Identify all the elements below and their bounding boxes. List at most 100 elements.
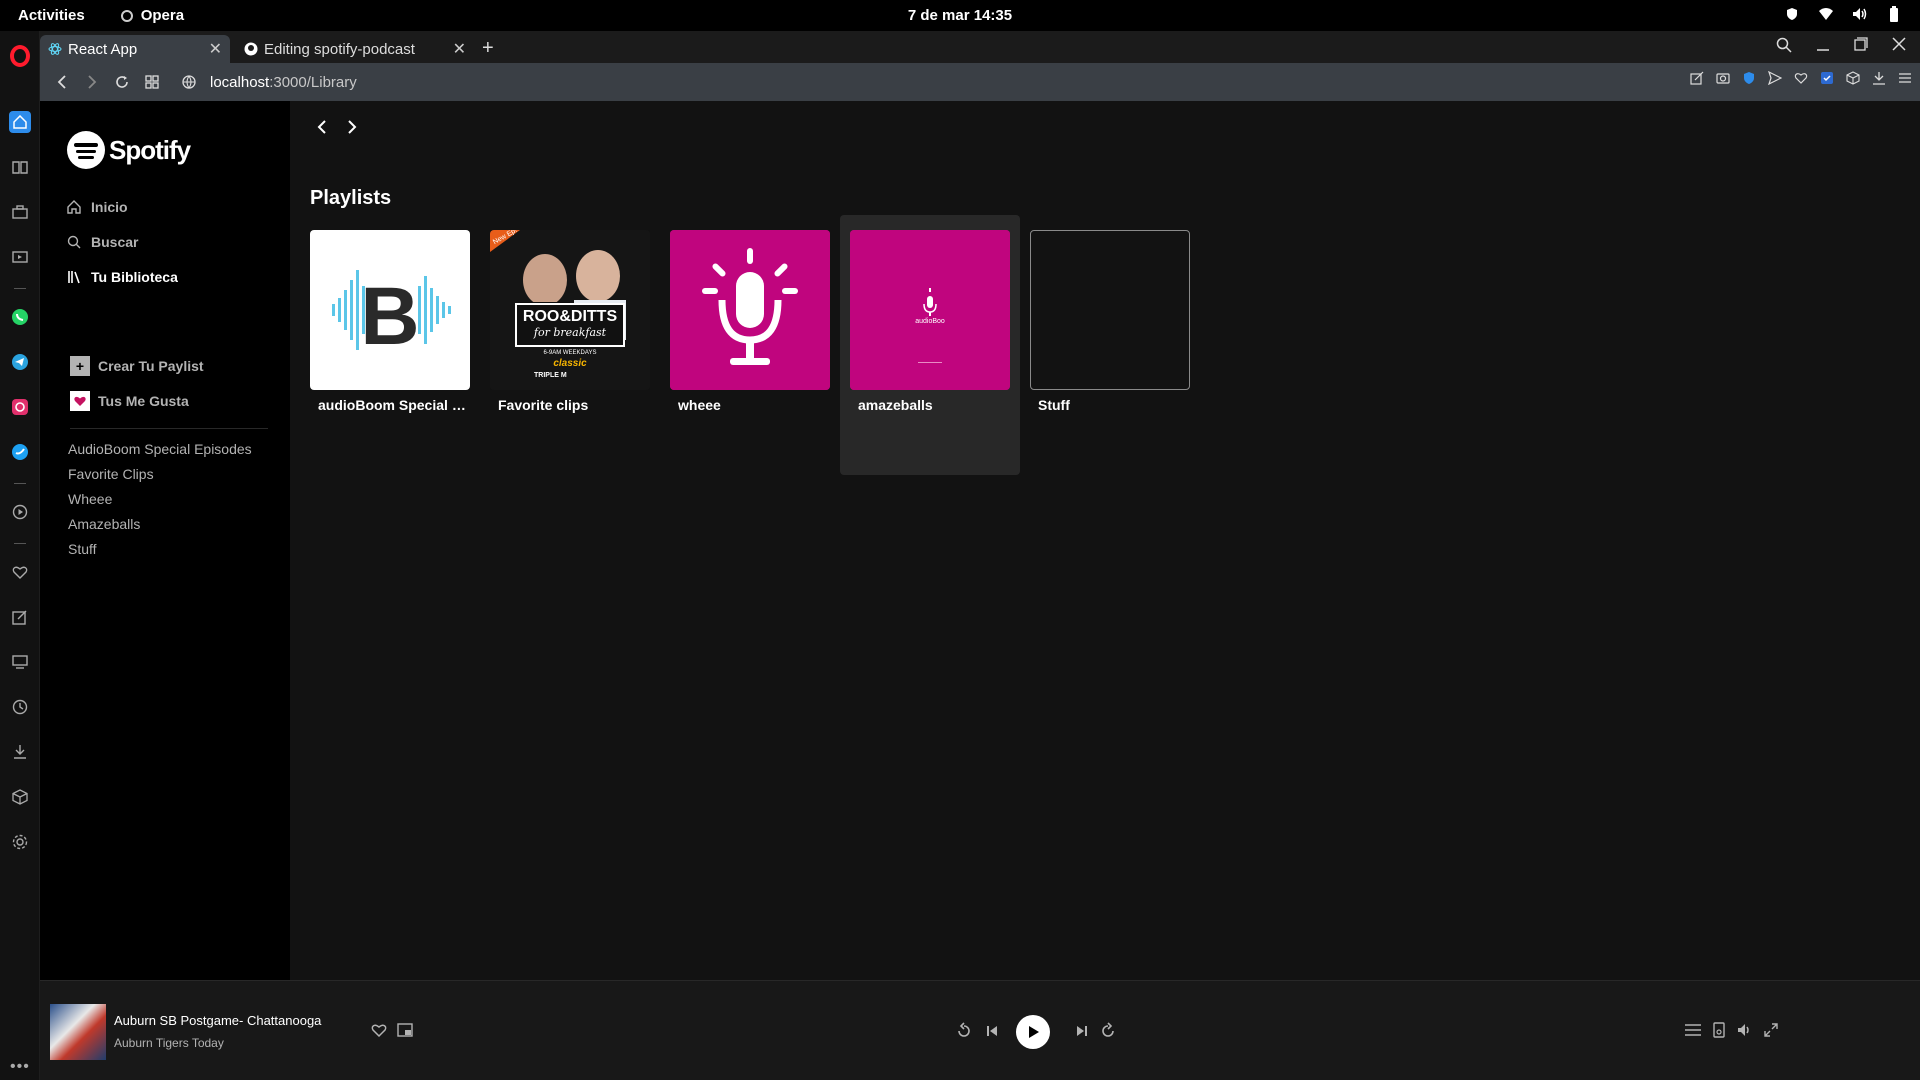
play-button[interactable] <box>1016 1015 1050 1049</box>
tab-overview-icon[interactable] <box>140 70 164 94</box>
twitter-icon[interactable] <box>9 441 31 463</box>
now-playing-artist[interactable]: Auburn Tigers Today <box>114 1036 224 1050</box>
queue-icon[interactable] <box>1684 1021 1702 1039</box>
tab-title: React App <box>68 40 138 58</box>
heart-icon[interactable] <box>370 1021 388 1039</box>
history-icon[interactable] <box>9 696 31 718</box>
video-popout-icon[interactable] <box>9 501 31 523</box>
spotify-logo[interactable]: Spotify <box>67 131 191 169</box>
extensions-icon[interactable] <box>9 786 31 808</box>
opera-app-icon <box>120 9 133 22</box>
extensions-box-icon[interactable] <box>1846 71 1860 85</box>
site-info-icon[interactable] <box>182 75 196 89</box>
sidebar-playlist-link[interactable]: AudioBoom Special Episodes <box>68 441 252 457</box>
send-icon[interactable] <box>1768 71 1782 85</box>
shield-icon[interactable] <box>1784 6 1800 22</box>
sidebar-playlist-link[interactable]: Amazeballs <box>68 516 140 532</box>
easy-setup-icon[interactable] <box>1898 71 1912 85</box>
instagram-icon[interactable] <box>9 396 31 418</box>
go-back-icon[interactable] <box>314 119 330 135</box>
download-icon[interactable] <box>1872 71 1886 85</box>
workspaces-icon[interactable] <box>9 201 31 223</box>
roo-ditts-time: 6-9AM WEEKDAYS <box>543 350 597 356</box>
plus-icon: + <box>70 356 90 376</box>
wifi-icon[interactable] <box>1818 6 1834 22</box>
url-path: :3000/Library <box>269 73 357 91</box>
tab-react-app[interactable]: React App ✕ <box>40 35 230 63</box>
activities-button[interactable]: Activities <box>18 7 85 24</box>
svg-text:B: B <box>360 271 419 362</box>
volume-icon[interactable] <box>1852 6 1868 22</box>
extension-check-icon[interactable] <box>1820 71 1834 85</box>
new-tab-button[interactable]: + <box>482 37 494 60</box>
skip-next-icon[interactable] <box>1072 1021 1092 1041</box>
playlist-title: Stuff <box>1038 397 1070 413</box>
back-icon[interactable] <box>50 70 74 94</box>
sidebar-playlist-link[interactable]: Stuff <box>68 541 97 557</box>
player-icon[interactable] <box>9 246 31 268</box>
bookmarks-icon[interactable] <box>9 156 31 178</box>
go-forward-icon[interactable] <box>344 119 360 135</box>
section-title: Playlists <box>310 187 392 209</box>
triple-m-label: TRIPLE M <box>534 372 567 379</box>
whatsapp-icon[interactable] <box>9 306 31 328</box>
skip-previous-icon[interactable] <box>982 1021 1002 1041</box>
tab-strip: React App ✕ Editing spotify-podcast ✕ + <box>40 31 1920 63</box>
battery-icon[interactable] <box>1886 6 1902 22</box>
volume-icon[interactable] <box>1736 1021 1754 1039</box>
forward-15-icon[interactable] <box>1098 1021 1118 1041</box>
now-playing-title[interactable]: Auburn SB Postgame- Chattanooga <box>114 1013 321 1028</box>
pinboard-add-icon[interactable] <box>1690 71 1704 85</box>
reload-icon[interactable] <box>110 70 134 94</box>
nav-label: Buscar <box>91 234 139 250</box>
clock[interactable]: 7 de mar 14:35 <box>908 7 1012 24</box>
snapshot-icon[interactable] <box>1716 71 1730 85</box>
tab-title: Editing spotify-podcast <box>264 40 415 58</box>
minimize-icon[interactable] <box>1816 37 1830 53</box>
sidebar-playlist-link[interactable]: Wheee <box>68 491 112 507</box>
close-tab-icon[interactable]: ✕ <box>453 39 466 59</box>
forward-icon[interactable] <box>80 70 104 94</box>
picture-in-picture-icon[interactable] <box>396 1021 414 1039</box>
flow-icon[interactable] <box>9 651 31 673</box>
nav-tu-biblioteca[interactable]: Tu Biblioteca <box>67 269 178 285</box>
playlist-card[interactable]: Stuff <box>1020 215 1200 475</box>
nav-inicio[interactable]: Inicio <box>67 199 128 215</box>
create-playlist-button[interactable]: + Crear Tu Paylist <box>70 356 204 376</box>
liked-songs-label: Tus Me Gusta <box>98 393 189 409</box>
playlist-card[interactable]: New Ep! ROO&DITTS for breakfast 6-9AM WE… <box>480 215 660 475</box>
fullscreen-icon[interactable] <box>1762 1021 1780 1039</box>
pinboard-icon[interactable] <box>9 606 31 628</box>
now-playing-art[interactable] <box>50 1004 106 1060</box>
home-icon[interactable] <box>9 111 31 133</box>
more-options-icon[interactable]: ••• <box>10 1058 30 1076</box>
vpn-shield-icon[interactable] <box>1742 71 1756 85</box>
tab-github-editing[interactable]: Editing spotify-podcast ✕ <box>236 35 474 63</box>
devices-icon[interactable] <box>1710 1021 1728 1039</box>
close-window-icon[interactable] <box>1892 37 1906 53</box>
nav-buscar[interactable]: Buscar <box>67 234 138 250</box>
audioboo-small-text: audioBoo <box>915 318 945 325</box>
playlist-card[interactable]: B audioBoom Special E... <box>300 215 480 475</box>
playlist-card[interactable]: audioBoo amazeballs <box>840 215 1020 475</box>
search-tabs-icon[interactable] <box>1776 37 1792 53</box>
rewind-15-icon[interactable] <box>954 1021 974 1041</box>
close-tab-icon[interactable]: ✕ <box>209 39 222 59</box>
sidebar-playlist-link[interactable]: Favorite Clips <box>68 466 154 482</box>
heart-icon[interactable] <box>9 561 31 583</box>
app-menu[interactable]: Opera <box>120 7 184 24</box>
microphone-cover <box>670 230 830 390</box>
opera-logo-icon[interactable] <box>10 45 30 67</box>
telegram-icon[interactable] <box>9 351 31 373</box>
url-field[interactable]: localhost:3000/Library <box>182 74 357 91</box>
restore-icon[interactable] <box>1854 37 1868 53</box>
nav-label: Inicio <box>91 199 128 215</box>
settings-icon[interactable] <box>9 831 31 853</box>
playlist-title: amazeballs <box>858 397 933 413</box>
sidebar-divider <box>14 543 26 544</box>
playlist-title: Favorite clips <box>498 397 589 413</box>
bookmark-heart-icon[interactable] <box>1794 71 1808 85</box>
liked-songs-button[interactable]: Tus Me Gusta <box>70 391 189 411</box>
playlist-card[interactable]: wheee <box>660 215 840 475</box>
downloads-icon[interactable] <box>9 741 31 763</box>
